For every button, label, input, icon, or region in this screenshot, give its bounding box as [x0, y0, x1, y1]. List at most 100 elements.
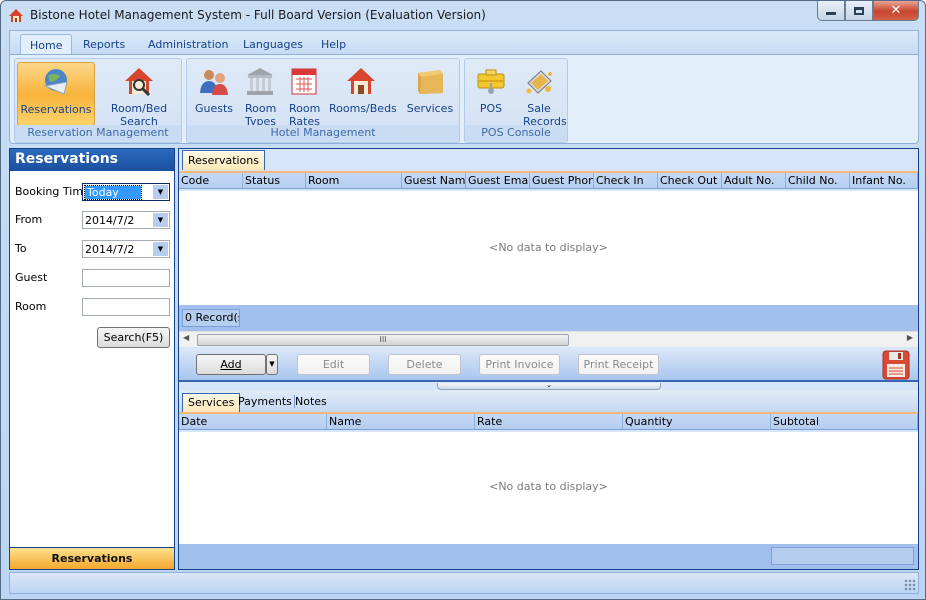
pos-label: POS — [479, 102, 503, 115]
reservations-nav-button[interactable]: Reservations — [10, 547, 174, 569]
window-title: Bistone Hotel Management System - Full B… — [30, 8, 486, 22]
main-content: Reservations Code Status Room Guest Name… — [178, 148, 919, 570]
resize-grip-icon[interactable] — [904, 579, 916, 591]
scroll-thumb[interactable]: III — [197, 334, 569, 346]
to-date-picker[interactable]: 2014/7/2 ▼ — [82, 240, 170, 258]
save-icon[interactable] — [882, 350, 910, 380]
maximize-button[interactable] — [845, 1, 873, 21]
column-header[interactable]: Rate — [475, 414, 623, 429]
room-rates-button[interactable]: Room Rates — [283, 62, 325, 128]
column-header[interactable]: Code — [179, 173, 243, 188]
column-header[interactable]: Check Out — [658, 173, 722, 188]
print-receipt-button[interactable]: Print Receipt — [578, 354, 659, 375]
ribbon-group-pos-console: POS Sale Records POS Console — [464, 58, 568, 143]
column-header[interactable]: Subtotal — [771, 414, 918, 429]
house-icon — [347, 68, 375, 94]
edit-button[interactable]: Edit — [297, 354, 370, 375]
tab-payments[interactable]: Payments — [236, 395, 295, 408]
room-input[interactable] — [82, 298, 170, 316]
column-header[interactable]: Name — [327, 414, 475, 429]
status-bar — [9, 572, 919, 594]
rooms-beds-button[interactable]: Rooms/Beds — [329, 62, 397, 126]
horizontal-scrollbar[interactable]: ◀ III ▶ — [179, 331, 918, 347]
chevron-down-icon: ⌄ — [546, 381, 552, 389]
empty-message: <No data to display> — [489, 480, 608, 493]
reservations-label: Reservations — [20, 103, 92, 116]
tab-administration[interactable]: Administration — [139, 34, 238, 56]
reservations-search-panel: Reservations Booking Time ▼ Today ▼ From… — [9, 148, 175, 570]
close-icon: ✕ — [890, 3, 902, 18]
box-icon — [418, 70, 443, 94]
ribbon-group-hotel-management: Guests Room Types Room Rates Rooms/Beds … — [186, 58, 460, 143]
title-bar: Bistone Hotel Management System - Full B… — [1, 1, 925, 29]
services-button[interactable]: Services — [405, 62, 455, 126]
room-bed-search-button[interactable]: Room/Bed Search Center — [99, 62, 179, 141]
column-header[interactable]: Guest Name — [402, 173, 466, 188]
add-dropdown-button[interactable]: ▼ — [266, 354, 278, 375]
tab-reports[interactable]: Reports — [74, 34, 134, 56]
from-date-picker[interactable]: 2014/7/2 ▼ — [82, 211, 170, 229]
group-label-reservation-management: Reservation Management — [15, 125, 181, 141]
sale-records-button[interactable]: Sale Records — [515, 62, 567, 128]
chevron-down-icon[interactable]: ▼ — [153, 213, 168, 227]
tab-help[interactable]: Help — [312, 34, 355, 56]
column-header[interactable]: Date — [179, 414, 327, 429]
guest-input[interactable] — [82, 269, 170, 287]
tab-services[interactable]: Services — [182, 393, 241, 412]
tab-languages[interactable]: Languages — [234, 34, 312, 56]
rooms-beds-label: Rooms/Beds — [329, 102, 397, 115]
search-button[interactable]: Search(F5) — [97, 327, 170, 348]
splitter-handle[interactable]: ⌄ — [437, 381, 661, 390]
scroll-left-icon[interactable]: ◀ — [183, 333, 189, 342]
empty-message: <No data to display> — [489, 241, 608, 254]
column-header[interactable]: Infant No. — [850, 173, 918, 188]
booking-time-select[interactable]: Today ▼ — [82, 183, 170, 201]
guest-label: Guest — [15, 271, 48, 284]
tab-notes[interactable]: Notes — [295, 395, 327, 408]
add-button[interactable]: Add — [196, 354, 266, 375]
app-house-icon — [9, 9, 23, 22]
column-header[interactable]: Guest Email — [466, 173, 530, 188]
reservations-grid-header: Code Status Room Guest Name Guest Email … — [179, 171, 918, 189]
from-label: From — [15, 213, 43, 226]
column-header[interactable]: Check In — [594, 173, 658, 188]
guests-label: Guests — [194, 102, 234, 115]
scroll-right-icon[interactable]: ▶ — [907, 333, 913, 342]
add-label: Add — [220, 358, 242, 371]
minimize-icon — [826, 11, 836, 15]
tab-reservations[interactable]: Reservations — [182, 150, 265, 170]
column-header[interactable]: Adult No. — [722, 173, 786, 188]
booking-time-text: Booking Time — [15, 185, 90, 198]
column-header[interactable]: Child No. — [786, 173, 850, 188]
action-toolbar: Add ▼ Edit Delete Print Invoice Print Re… — [179, 348, 918, 382]
room-label: Room — [15, 300, 47, 313]
delete-button[interactable]: Delete — [388, 354, 461, 375]
cash-register-icon — [477, 69, 505, 94]
group-label-pos-console: POS Console — [465, 125, 567, 141]
room-types-button[interactable]: Room Types — [239, 62, 281, 128]
building-icon — [247, 68, 273, 95]
column-header[interactable]: Room — [306, 173, 402, 188]
close-button[interactable]: ✕ — [873, 1, 919, 21]
services-label: Services — [406, 102, 454, 115]
services-summary-cell — [771, 547, 914, 565]
print-invoice-button[interactable]: Print Invoice — [479, 354, 560, 375]
services-grid-body: <No data to display> — [179, 432, 918, 544]
from-date-value: 2014/7/2 — [85, 214, 135, 227]
menu-bar: Home Reports Administration Languages He… — [9, 30, 919, 56]
coins-icon — [526, 70, 552, 94]
column-header[interactable]: Quantity — [623, 414, 771, 429]
grid-footer: 0 Record(s) — [179, 305, 918, 331]
house-search-icon — [125, 68, 153, 97]
services-grid-header: Date Name Rate Quantity Subtotal — [179, 412, 918, 430]
chevron-down-icon[interactable]: ▼ — [153, 185, 168, 199]
tab-home[interactable]: Home — [20, 34, 73, 56]
column-header[interactable]: Status — [243, 173, 306, 188]
minimize-button[interactable] — [817, 1, 845, 21]
chevron-down-icon[interactable]: ▼ — [153, 242, 168, 256]
column-header[interactable]: Guest Phone — [530, 173, 594, 188]
guests-button[interactable]: Guests — [193, 62, 235, 126]
services-grid-footer — [179, 544, 918, 569]
pos-button[interactable]: POS — [471, 62, 511, 126]
reservations-button[interactable]: Reservations — [17, 62, 95, 126]
